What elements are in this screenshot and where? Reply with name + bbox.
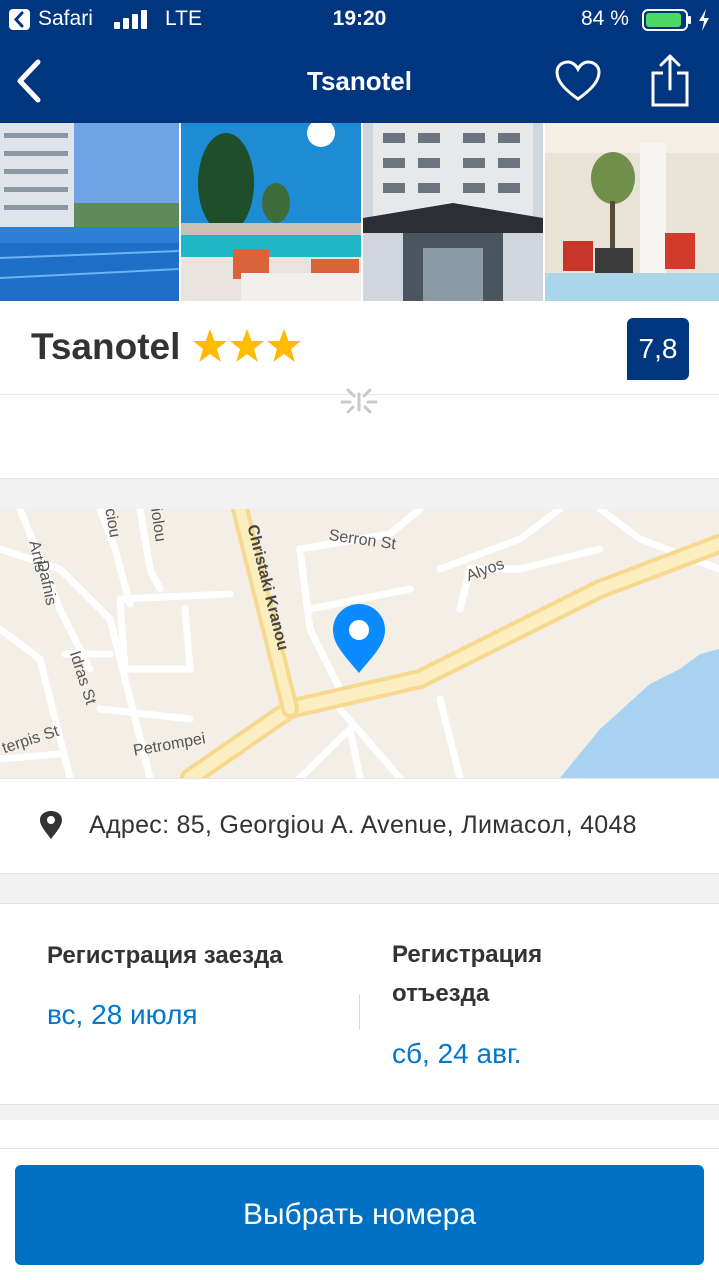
- photo-gallery[interactable]: [0, 123, 719, 301]
- lobby-photo[interactable]: [545, 123, 719, 301]
- star-rating-icon: [193, 329, 301, 362]
- top-bar: Safari LTE 19:20 84 % Tsanotel: [0, 0, 719, 123]
- loading-spinner-icon: [340, 388, 378, 414]
- heart-icon[interactable]: [554, 59, 602, 103]
- date-divider: [359, 994, 360, 1030]
- battery-percentage: 84 %: [581, 7, 629, 30]
- page-title: Tsanotel: [307, 66, 412, 96]
- checkout-label: Регистрация отъезда: [392, 941, 543, 1007]
- checkout-date[interactable]: сб, 24 авг.: [392, 1038, 522, 1070]
- hotel-address: Адрес: 85, Georgiou A. Avenue, Лимасол, …: [89, 811, 637, 839]
- terrace-pool-photo[interactable]: [181, 123, 361, 301]
- section-separator: [0, 1104, 719, 1120]
- pool-photo[interactable]: [0, 123, 179, 301]
- location-pin-icon: [40, 811, 62, 839]
- charging-icon: [699, 9, 709, 31]
- section-separator: [0, 874, 719, 904]
- hotel-name: Tsanotel: [31, 326, 181, 367]
- checkin-label: Регистрация заезда: [47, 942, 283, 969]
- location-map[interactable]: Artis Dafnis Christaki Kranou Serron St …: [0, 509, 719, 778]
- checkin-date[interactable]: вс, 28 июля: [47, 999, 198, 1031]
- hotel-facade-photo[interactable]: [363, 123, 543, 301]
- share-icon[interactable]: [650, 53, 690, 107]
- status-bar: Safari LTE 19:20 84 %: [0, 0, 719, 40]
- review-score-badge[interactable]: 7,8: [627, 318, 689, 380]
- battery-icon: [642, 9, 691, 31]
- section-separator: [0, 478, 719, 509]
- select-rooms-button[interactable]: Выбрать номера: [15, 1165, 704, 1265]
